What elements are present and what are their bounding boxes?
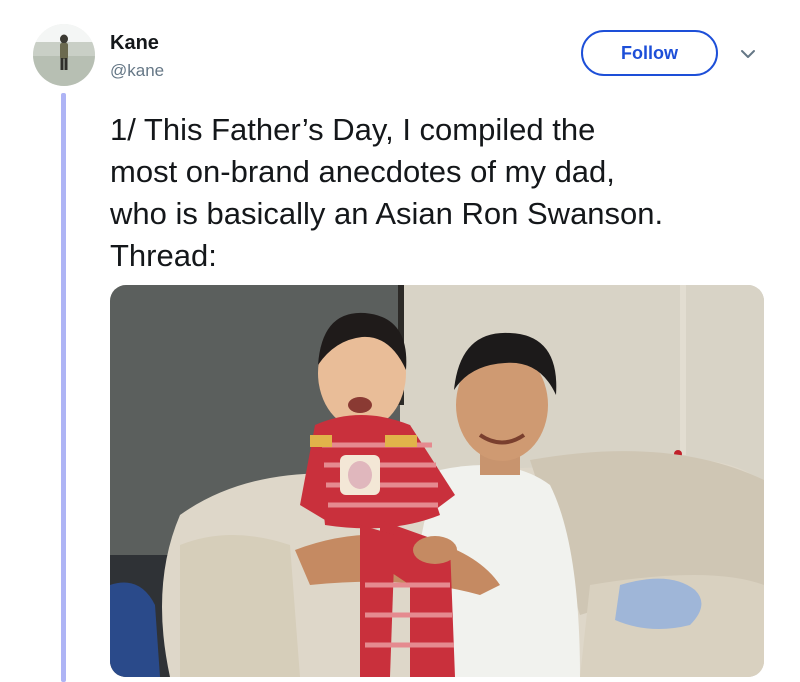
author-name[interactable]: Kane bbox=[110, 31, 159, 55]
photo-father-and-baby bbox=[110, 285, 764, 677]
tweet-text-line: Thread: bbox=[110, 238, 217, 273]
tweet-text-line: who is basically an Asian Ron Swanson. bbox=[110, 196, 664, 231]
follow-button[interactable]: Follow bbox=[581, 30, 718, 76]
avatar-image bbox=[33, 24, 95, 86]
tweet-text-line: most on-brand anecdotes of my dad, bbox=[110, 154, 615, 189]
author-handle[interactable]: @kane bbox=[110, 60, 164, 82]
chevron-down-icon bbox=[741, 50, 755, 58]
tweet-text: 1/ This Father’s Day, I compiled the mos… bbox=[110, 109, 770, 277]
more-options-button[interactable] bbox=[738, 47, 758, 61]
tweet-text-line: 1/ This Father’s Day, I compiled the bbox=[110, 112, 596, 147]
avatar[interactable] bbox=[33, 24, 95, 86]
thread-connector-line bbox=[61, 93, 66, 682]
tweet-photo[interactable] bbox=[110, 285, 764, 677]
